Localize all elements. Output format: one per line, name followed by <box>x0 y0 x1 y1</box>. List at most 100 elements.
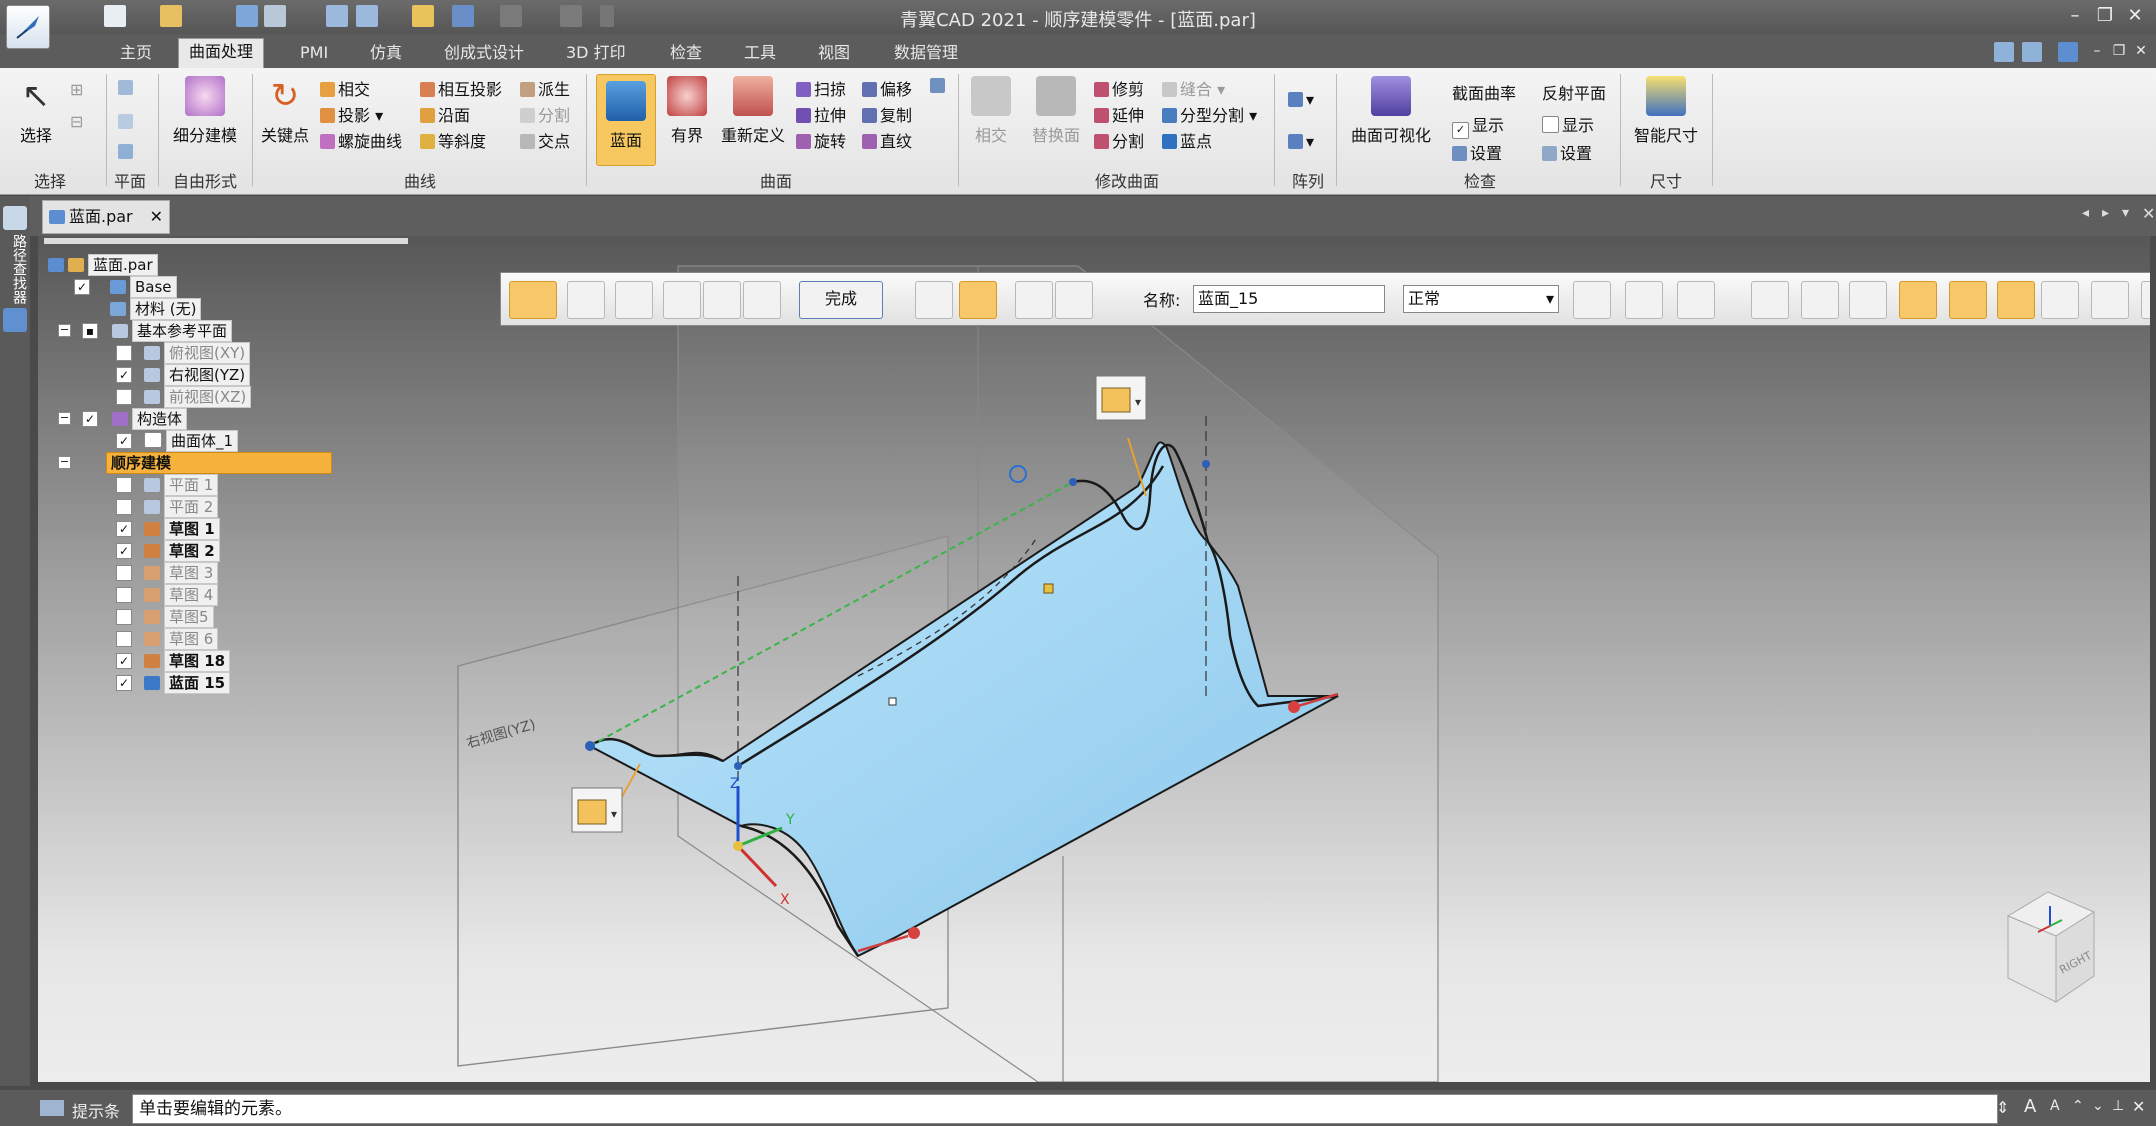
plane-tool-2-icon[interactable] <box>118 112 136 131</box>
checkbox[interactable] <box>116 477 132 493</box>
curve-display-1-icon[interactable] <box>1801 281 1839 319</box>
sweep-button[interactable]: 扫掠 <box>796 76 846 100</box>
collapse-icon[interactable]: − <box>58 324 71 337</box>
control-point-top[interactable] <box>1069 478 1077 486</box>
guide-step-icon[interactable] <box>615 281 653 319</box>
copy-surface-button[interactable]: 复制 <box>862 102 912 126</box>
section-step-icon[interactable] <box>567 281 605 319</box>
reflection-show-checkbox[interactable]: 显示 <box>1542 112 1594 136</box>
line-style-icon[interactable] <box>1625 281 1663 319</box>
tree-node-bluesurf15[interactable]: ✓ 蓝面 15 <box>116 672 231 694</box>
tab-view[interactable]: 视图 <box>808 40 860 66</box>
curve-display-4-icon[interactable] <box>1949 281 1987 319</box>
endpoint-handle-right[interactable] <box>1288 701 1300 713</box>
tab-simulation[interactable]: 仿真 <box>360 40 412 66</box>
copy-icon[interactable] <box>1055 281 1093 319</box>
midpoint-handle[interactable] <box>1043 583 1054 594</box>
tab-list-icon[interactable]: ▾ <box>2122 205 2129 221</box>
tangent-step-3-icon[interactable] <box>743 281 781 319</box>
along-surface-button[interactable]: 沿面 <box>420 102 470 126</box>
options-icon[interactable] <box>2022 42 2042 62</box>
app-logo[interactable] <box>6 5 50 49</box>
smart-dimension-button[interactable]: 智能尺寸 <box>1628 76 1704 146</box>
tab-home[interactable]: 主页 <box>110 40 162 66</box>
control-point-right[interactable] <box>1202 460 1210 468</box>
close-all-icon[interactable]: ✕ <box>2142 204 2155 223</box>
mirror-icon[interactable]: ▾ <box>1288 132 1314 151</box>
checkbox[interactable]: ✓ <box>116 543 132 559</box>
control-point-origin[interactable] <box>734 762 742 770</box>
tree-node-root[interactable]: 蓝面.par <box>48 254 158 276</box>
surface-extra-icon[interactable] <box>930 76 948 95</box>
expand-icon[interactable]: ⌄ <box>2092 1098 2104 1114</box>
close-prompt-icon[interactable]: ✕ <box>2132 1097 2145 1116</box>
checkbox[interactable] <box>116 389 132 405</box>
pin-icon[interactable]: ⊥ <box>2112 1098 2124 1114</box>
tree-node-ref-planes[interactable]: − ▪ 基本参考平面 <box>58 320 233 342</box>
tree-node-sketch18[interactable]: ✓ 草图 18 <box>116 650 231 672</box>
tab-inspect[interactable]: 检查 <box>660 40 712 66</box>
checkbox[interactable]: ✓ <box>82 411 98 427</box>
tree-node-ordered[interactable]: − 顺序建模 <box>58 452 332 474</box>
curve-display-5-icon[interactable] <box>1997 281 2035 319</box>
intersection-point-button[interactable]: 交点 <box>520 128 570 152</box>
doc-close-button[interactable]: ✕ <box>2128 38 2154 64</box>
prompt-scroll-icon[interactable]: ⇕ <box>1996 1098 2009 1117</box>
checkbox[interactable] <box>116 587 132 603</box>
bluedot-button[interactable]: 蓝点 <box>1162 128 1212 152</box>
tab-data-management[interactable]: 数据管理 <box>884 40 968 66</box>
split-surface-button[interactable]: 分割 <box>1094 128 1144 152</box>
endpoint-handle-bottom[interactable] <box>908 927 920 939</box>
mode-select[interactable]: 正常 ▾ <box>1403 285 1559 313</box>
checkbox[interactable]: ✓ <box>116 433 132 449</box>
tree-node-top-plane[interactable]: 俯视图(XY) <box>116 342 251 364</box>
pathfinder-icon[interactable] <box>3 206 27 230</box>
stitch-button[interactable]: 缝合 ▾ <box>1162 76 1225 100</box>
view-cube[interactable]: RIGHT <box>2006 891 2096 1003</box>
tree-node-front-plane[interactable]: 前视图(XZ) <box>116 386 252 408</box>
trim-button[interactable]: 修剪 <box>1094 76 1144 100</box>
checkbox[interactable]: ✓ <box>116 675 132 691</box>
line-weight-icon[interactable] <box>1677 281 1715 319</box>
extrude-surface-button[interactable]: 拉伸 <box>796 102 846 126</box>
checkbox[interactable] <box>116 565 132 581</box>
checkbox[interactable] <box>116 631 132 647</box>
collapse-icon[interactable]: ⌃ <box>2072 1098 2084 1114</box>
list-icon[interactable] <box>1994 42 2014 62</box>
checkbox[interactable]: ▪ <box>82 323 98 339</box>
tab-pmi[interactable]: PMI <box>290 40 338 66</box>
curve-style-icon[interactable] <box>1573 281 1611 319</box>
help-icon[interactable] <box>2058 42 2078 62</box>
tree-node-construction[interactable]: − ✓ 构造体 <box>58 408 188 430</box>
bluesurf-step-icon[interactable] <box>509 281 557 319</box>
checkbox[interactable] <box>116 345 132 361</box>
collapse-icon[interactable]: − <box>58 456 71 469</box>
surface-visualization-button[interactable]: 曲面可视化 <box>1346 76 1436 146</box>
select-tool-3-icon[interactable]: ⊟ <box>70 112 83 131</box>
font-larger-icon[interactable]: A <box>2024 1096 2036 1117</box>
tree-node-surface-body[interactable]: ✓ 曲面体_1 <box>116 430 239 452</box>
tab-generative-design[interactable]: 创成式设计 <box>434 40 534 66</box>
curve-display-2-icon[interactable] <box>1849 281 1887 319</box>
subdivision-modeling-button[interactable]: 细分建模 <box>166 76 244 146</box>
reflection-plane-button[interactable]: 反射平面 <box>1542 80 1606 104</box>
revolve-surface-button[interactable]: 旋转 <box>796 128 846 152</box>
close-tab-icon[interactable]: ✕ <box>150 201 163 233</box>
offset-surface-button[interactable]: 偏移 <box>862 76 912 100</box>
checkbox[interactable]: ✓ <box>116 367 132 383</box>
more-options-icon[interactable] <box>2141 281 2150 319</box>
cross-project-button[interactable]: 相互投影 <box>420 76 502 100</box>
tree-node-plane1[interactable]: 平面 1 <box>116 474 219 496</box>
tree-node-sketch6[interactable]: 草图 6 <box>116 628 219 650</box>
tree-node-base[interactable]: ✓ Base <box>74 276 177 298</box>
select-tool-2-icon[interactable]: ⊞ <box>70 80 83 99</box>
section-curvature-button[interactable]: 截面曲率 <box>1452 80 1516 104</box>
checkbox[interactable]: ✓ <box>116 653 132 669</box>
keypoint-button[interactable]: ↻ 关键点 <box>256 76 314 146</box>
tangent-step-2-icon[interactable] <box>703 281 741 319</box>
close-button[interactable]: ✕ <box>2122 3 2148 29</box>
options-icon[interactable] <box>915 281 953 319</box>
curvature-settings-button[interactable]: 设置 <box>1452 140 1502 164</box>
tree-node-material[interactable]: 材料 (无) <box>110 298 202 320</box>
pattern-icon[interactable]: ▾ <box>1288 90 1314 109</box>
